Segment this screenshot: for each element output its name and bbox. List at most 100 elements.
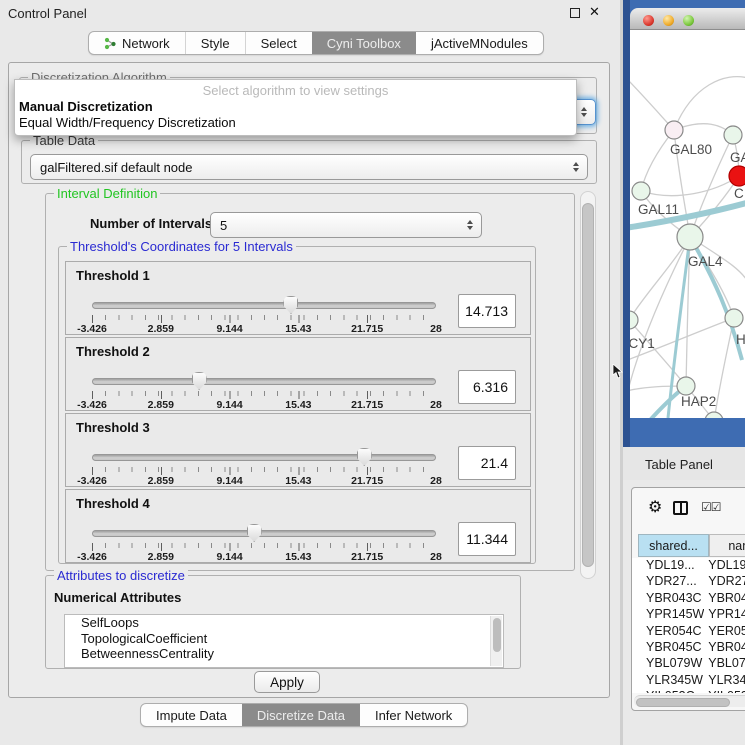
- table-row[interactable]: YLR345WYLR345W: [632, 673, 745, 689]
- node-label: GAL80: [670, 142, 712, 157]
- node-clipped-top-right[interactable]: [724, 126, 742, 144]
- table-row[interactable]: YBR045CYBR045C: [632, 640, 745, 656]
- content-vertical-scrollbar[interactable]: [580, 191, 596, 579]
- network-canvas[interactable]: GAL80 GA GAL11 C GAL4 GCY1 H HAP2: [630, 30, 745, 418]
- table-row[interactable]: YBL079WYBL079W: [632, 656, 745, 672]
- slider-thumb[interactable]: [192, 372, 207, 390]
- table-data-group: Table Data galFiltered.sif default node: [21, 140, 597, 184]
- top-tabbar: Network Style Select Cyni Toolbox jActiv…: [88, 31, 544, 55]
- table-row[interactable]: YER054CYER054C: [632, 624, 745, 640]
- table-toolbar: ⚙ ☑☑: [632, 488, 745, 530]
- list-vertical-scrollbar[interactable]: [490, 616, 502, 666]
- network-graph: GAL80 GA GAL11 C GAL4 GCY1 H HAP2: [630, 30, 745, 418]
- threshold-3-value-input[interactable]: [458, 446, 516, 480]
- list-item[interactable]: BetweennessCentrality: [65, 646, 503, 662]
- combo-arrows-icon: [581, 107, 587, 117]
- split-view-icon[interactable]: [673, 501, 688, 515]
- minimize-traffic-icon[interactable]: [663, 15, 674, 26]
- algorithm-dropdown-popup: Select algorithm to view settings Manual…: [14, 79, 577, 136]
- threshold-2-value-input[interactable]: [458, 370, 516, 404]
- close-icon[interactable]: ✕: [589, 4, 600, 20]
- tab-select[interactable]: Select: [245, 32, 312, 54]
- slider-thumb[interactable]: [247, 524, 262, 542]
- threshold-1-panel: Threshold 1 -3.426 2.859 9.144 15.43 21.…: [65, 261, 531, 335]
- gear-icon[interactable]: ⚙: [648, 497, 662, 517]
- table-panel-title: Table Panel: [645, 457, 713, 472]
- algorithm-option-equal-width[interactable]: Equal Width/Frequency Discretization: [15, 115, 576, 131]
- slider-track: [92, 378, 436, 385]
- threshold-3-panel: Threshold 3 -3.426 2.859 9.144 15.43 21.…: [65, 413, 531, 487]
- scrollbar-thumb[interactable]: [493, 618, 501, 652]
- number-of-intervals-combobox[interactable]: 5: [210, 212, 482, 238]
- threshold-3-label: Threshold 3: [76, 420, 150, 435]
- threshold-1-value-input[interactable]: [458, 294, 516, 328]
- network-window-titlebar[interactable]: [630, 8, 745, 30]
- node-label: HAP2: [681, 394, 716, 409]
- algorithm-option-manual[interactable]: Manual Discretization: [15, 99, 576, 115]
- slider-scale: -3.426 2.859 9.144 15.43 21.715 28: [92, 323, 436, 334]
- slider-thumb[interactable]: [357, 448, 372, 466]
- threshold-1-slider[interactable]: -3.426 2.859 9.144 15.43 21.715 28: [92, 296, 436, 334]
- tab-style[interactable]: Style: [185, 32, 245, 54]
- network-icon: [104, 37, 117, 50]
- column-header-name[interactable]: name: [709, 534, 745, 557]
- slider-track: [92, 454, 436, 461]
- control-panel-titlebar: Control Panel ✕: [0, 0, 620, 26]
- numerical-attributes-list[interactable]: SelfLoops TopologicalCoefficient Between…: [64, 614, 504, 668]
- tab-network[interactable]: Network: [89, 32, 185, 54]
- threshold-2-slider[interactable]: -3.426 2.859 9.144 15.43 21.715 28: [92, 372, 436, 410]
- threshold-4-label: Threshold 4: [76, 496, 150, 511]
- table-row[interactable]: YPR145WYPR145W: [632, 607, 745, 623]
- table-panel: ⚙ ☑☑ shared... name YDL19...YDL19... YDR…: [631, 487, 745, 711]
- desktop-edge: [623, 0, 630, 447]
- table-row[interactable]: YIL053CYIL053C: [632, 689, 745, 693]
- tab-impute-data[interactable]: Impute Data: [141, 704, 242, 726]
- network-nodes: [630, 121, 745, 418]
- node-red-selected[interactable]: [729, 166, 745, 186]
- attributes-group: Attributes to discretize Numerical Attri…: [45, 575, 521, 669]
- zoom-traffic-icon[interactable]: [683, 15, 694, 26]
- table-header-row: shared... name: [632, 534, 745, 557]
- slider-ticks: [92, 467, 436, 475]
- list-item[interactable]: TopologicalCoefficient: [65, 631, 503, 647]
- node-label: GAL11: [638, 202, 679, 217]
- table-panel-titlebar: Table Panel: [623, 447, 745, 480]
- slider-ticks: [92, 315, 436, 323]
- table-row[interactable]: YDR27...YDR27...: [632, 574, 745, 590]
- network-view-window[interactable]: GAL80 GA GAL11 C GAL4 GCY1 H HAP2: [630, 8, 745, 418]
- list-item[interactable]: SelfLoops: [65, 615, 503, 631]
- cyni-content-panel: Discretization Algorithm Table Data galF…: [8, 62, 610, 698]
- tab-jactivemnodules[interactable]: jActiveMNodules: [416, 32, 543, 54]
- slider-thumb[interactable]: [283, 296, 298, 314]
- close-traffic-icon[interactable]: [643, 15, 654, 26]
- number-of-intervals-value: 5: [220, 218, 227, 233]
- threshold-4-value-input[interactable]: [458, 522, 516, 556]
- table-row[interactable]: YDL19...YDL19...: [632, 558, 745, 574]
- node-gal80[interactable]: [665, 121, 683, 139]
- node-h[interactable]: [725, 309, 743, 327]
- table-row[interactable]: YBR043CYBR043C: [632, 591, 745, 607]
- float-window-icon[interactable]: [570, 8, 580, 18]
- node-gal11[interactable]: [632, 182, 650, 200]
- slider-ticks: [92, 543, 436, 551]
- tab-infer-network[interactable]: Infer Network: [360, 704, 467, 726]
- threshold-3-slider[interactable]: -3.426 2.859 9.144 15.43 21.715 28: [92, 448, 436, 486]
- node-hap2[interactable]: [677, 377, 695, 395]
- scrollbar-thumb[interactable]: [636, 698, 730, 707]
- scrollbar-thumb[interactable]: [582, 203, 594, 567]
- node-gal4[interactable]: [677, 224, 703, 250]
- tab-cyni-toolbox[interactable]: Cyni Toolbox: [312, 32, 416, 54]
- threshold-1-label: Threshold 1: [76, 268, 150, 283]
- node-gcy1[interactable]: [630, 311, 638, 329]
- tab-network-label: Network: [122, 36, 170, 51]
- thresholds-group: Threshold's Coordinates for 5 Intervals …: [58, 246, 536, 564]
- slider-ticks: [92, 391, 436, 399]
- interval-definition-group-title: Interval Definition: [54, 186, 160, 201]
- apply-button[interactable]: Apply: [254, 671, 320, 693]
- table-data-combobox[interactable]: galFiltered.sif default node: [30, 154, 588, 180]
- table-horizontal-scrollbar[interactable]: [634, 695, 745, 707]
- threshold-4-slider[interactable]: -3.426 2.859 9.144 15.43 21.715 28: [92, 524, 436, 562]
- column-header-shared-name[interactable]: shared...: [638, 534, 709, 557]
- select-columns-icons[interactable]: ☑☑: [701, 500, 721, 514]
- tab-discretize-data[interactable]: Discretize Data: [242, 704, 360, 726]
